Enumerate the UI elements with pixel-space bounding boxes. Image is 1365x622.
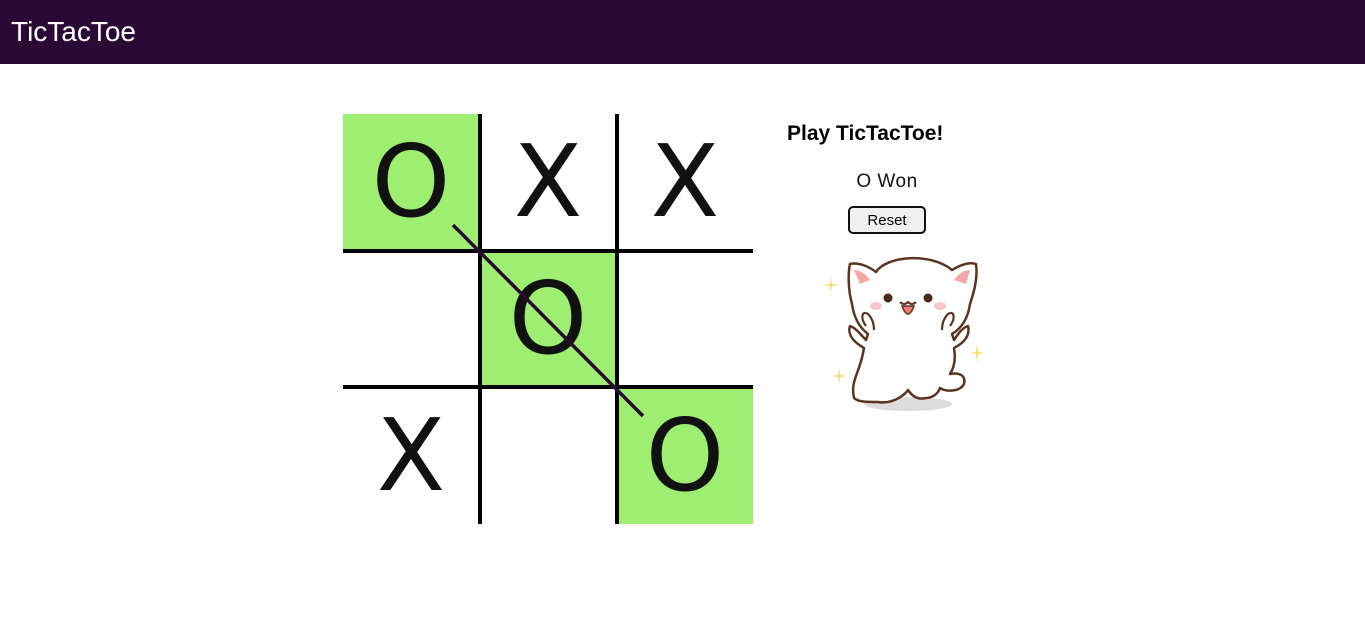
game-status: O Won [856, 171, 918, 192]
board-cell-8[interactable] [480, 388, 616, 524]
grid-line-horizontal-1 [343, 249, 753, 253]
game-board: O X X O X O [343, 114, 753, 524]
board-cell-9[interactable]: O [617, 388, 753, 524]
navbar: TicTacToe [0, 0, 1365, 64]
board-cell-5[interactable]: O [480, 251, 616, 387]
grid-line-horizontal-2 [343, 385, 753, 389]
grid-line-vertical-2 [615, 114, 619, 524]
board-cell-7[interactable]: X [343, 388, 479, 524]
board-cell-1[interactable]: O [343, 114, 479, 250]
board-cell-2[interactable]: X [480, 114, 616, 250]
board-cell-4[interactable] [343, 251, 479, 387]
cheering-cat-sticker [823, 257, 985, 411]
reset-button[interactable]: Reset [848, 206, 926, 234]
board-cell-6[interactable] [617, 251, 753, 387]
panel-title: Play TicTacToe! [787, 122, 944, 145]
app-title[interactable]: TicTacToe [11, 15, 136, 49]
grid-line-vertical-1 [478, 114, 482, 524]
board-cell-3[interactable]: X [617, 114, 753, 250]
